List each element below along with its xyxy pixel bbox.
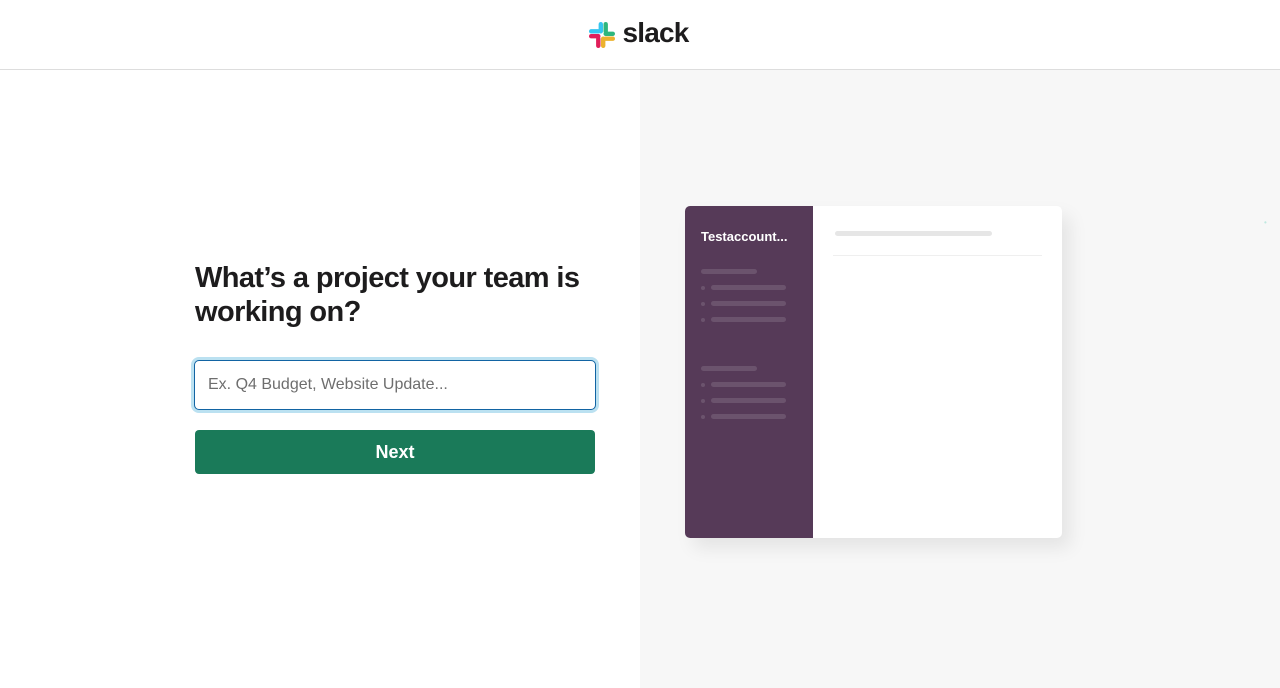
workspace-name: Testaccount... xyxy=(701,229,788,244)
next-button[interactable]: Next xyxy=(195,430,595,474)
preview-channel-placeholder xyxy=(701,317,797,322)
preview-channel-placeholder xyxy=(701,285,797,290)
preview-pane: Testaccount... • xyxy=(640,70,1280,688)
preview-dm-group xyxy=(701,366,797,419)
project-input-wrapper xyxy=(194,360,596,410)
sparkle-decoration-icon: • xyxy=(1264,218,1267,227)
slack-logo-icon xyxy=(589,21,616,48)
form-pane: What’s a project your team is working on… xyxy=(0,70,640,688)
preview-bullet xyxy=(701,382,705,387)
preview-bullet xyxy=(701,301,705,306)
project-name-input[interactable] xyxy=(194,360,596,410)
preview-group-heading-placeholder xyxy=(701,269,757,274)
preview-divider xyxy=(833,255,1042,256)
preview-channel-group xyxy=(701,269,797,322)
preview-bullet xyxy=(701,414,705,419)
preview-sidebar: Testaccount... xyxy=(685,206,813,538)
preview-dm-placeholder xyxy=(701,414,797,419)
preview-line xyxy=(711,382,786,387)
preview-bullet xyxy=(701,398,705,403)
preview-line xyxy=(711,285,786,290)
preview-channel-placeholder xyxy=(701,301,797,306)
slack-wordmark: slack xyxy=(622,16,689,48)
preview-dm-placeholder xyxy=(701,382,797,387)
preview-group-heading-placeholder xyxy=(701,366,757,371)
preview-line xyxy=(711,414,786,419)
preview-channel-title-placeholder xyxy=(835,231,992,236)
preview-bullet xyxy=(701,317,705,322)
project-form: What’s a project your team is working on… xyxy=(194,261,596,474)
slack-logo[interactable]: slack xyxy=(589,16,689,48)
workspace-preview: Testaccount... xyxy=(685,206,1062,538)
preview-line xyxy=(711,398,786,403)
preview-line xyxy=(711,301,786,306)
page-title: What’s a project your team is working on… xyxy=(195,262,580,328)
top-bar: slack xyxy=(0,0,1280,70)
preview-line xyxy=(711,317,786,322)
preview-dm-placeholder xyxy=(701,398,797,403)
preview-bullet xyxy=(701,285,705,290)
preview-main-area xyxy=(813,206,1062,538)
